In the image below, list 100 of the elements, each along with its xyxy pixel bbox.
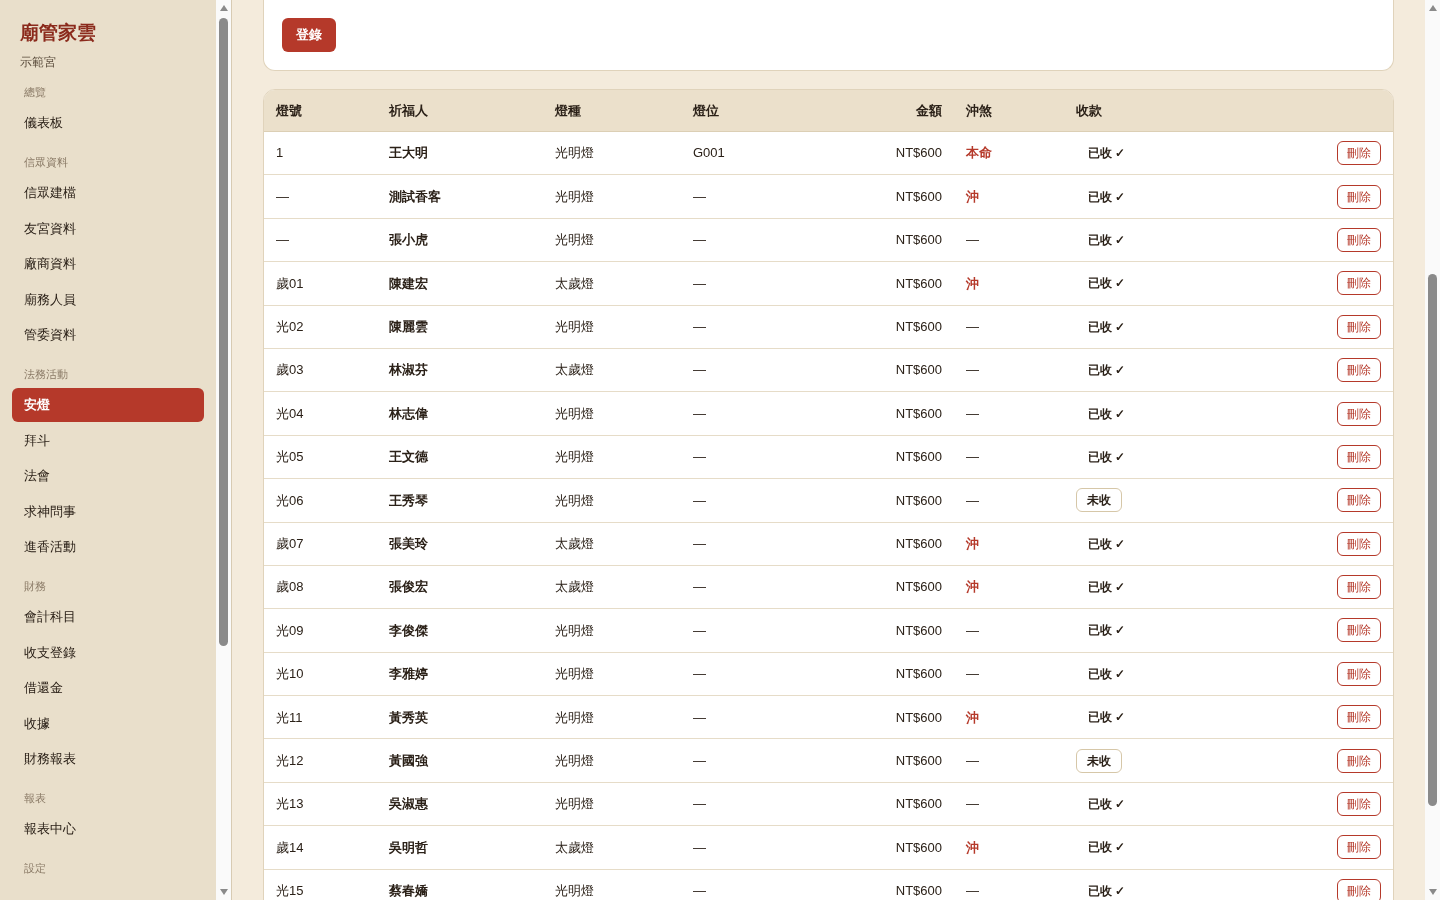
table-cell: —: [966, 883, 979, 899]
scroll-up-icon[interactable]: [218, 4, 229, 12]
delete-button[interactable]: 刪除: [1337, 618, 1381, 643]
nav-item[interactable]: 收據: [12, 706, 204, 741]
table-cell: 光明燈: [555, 622, 594, 638]
payment-status[interactable]: 已收 ✓: [1076, 444, 1138, 469]
table-cell: 本命: [966, 145, 992, 161]
delete-button[interactable]: 刪除: [1337, 792, 1381, 817]
scroll-down-icon[interactable]: [218, 888, 229, 896]
table-cell: NT$600: [895, 362, 942, 378]
nav-item[interactable]: 友宮資料: [12, 211, 204, 246]
submit-button[interactable]: 登錄: [282, 18, 336, 52]
nav-item[interactable]: 拜斗: [12, 423, 204, 458]
payment-status[interactable]: 已收 ✓: [1076, 271, 1138, 296]
column-header: 燈位: [693, 102, 719, 118]
nav-item[interactable]: 信眾建檔: [12, 176, 204, 210]
nav-item[interactable]: 管委資料: [12, 318, 204, 352]
payment-status[interactable]: 已收 ✓: [1076, 314, 1138, 339]
delete-button[interactable]: 刪除: [1337, 748, 1381, 773]
payment-status[interactable]: 已收 ✓: [1076, 661, 1138, 686]
nav-item[interactable]: 報表中心: [12, 812, 204, 846]
column-header: 收款: [1076, 102, 1102, 118]
table-cell: 歲01: [276, 275, 304, 291]
table-cell: NT$600: [895, 883, 942, 899]
nav-item[interactable]: 進香活動: [12, 530, 204, 564]
delete-button[interactable]: 刪除: [1337, 705, 1381, 730]
table-cell: 光15: [276, 883, 304, 899]
table-cell: NT$600: [895, 666, 942, 682]
delete-button[interactable]: 刪除: [1337, 835, 1381, 860]
scrollbar-thumb[interactable]: [219, 18, 228, 646]
payment-status[interactable]: 已收 ✓: [1076, 835, 1138, 860]
payment-status[interactable]: 已收 ✓: [1076, 141, 1138, 166]
nav-item[interactable]: 會計科目: [12, 600, 204, 634]
delete-button[interactable]: 刪除: [1337, 444, 1381, 469]
table-cell: 太歲燈: [555, 362, 594, 378]
table-cell: —: [693, 666, 706, 682]
table-cell: 王大明: [389, 145, 428, 161]
column-header: 燈種: [555, 102, 581, 118]
delete-button[interactable]: 刪除: [1337, 271, 1381, 296]
scroll-down-icon[interactable]: [1427, 888, 1438, 896]
delete-button[interactable]: 刪除: [1337, 358, 1381, 383]
delete-button[interactable]: 刪除: [1337, 401, 1381, 426]
table-cell: NT$600: [895, 622, 942, 638]
payment-status[interactable]: 未收: [1076, 748, 1122, 773]
payment-status[interactable]: 已收 ✓: [1076, 575, 1138, 600]
table-cell: —: [693, 319, 706, 334]
delete-button[interactable]: 刪除: [1337, 661, 1381, 686]
delete-button[interactable]: 刪除: [1337, 227, 1381, 252]
payment-status[interactable]: 已收 ✓: [1076, 184, 1138, 209]
table-cell: 光04: [276, 405, 304, 421]
delete-button[interactable]: 刪除: [1337, 575, 1381, 600]
scrollbar[interactable]: [216, 0, 231, 900]
table-cell: G001: [693, 145, 725, 161]
delete-button[interactable]: 刪除: [1337, 141, 1381, 166]
payment-status[interactable]: 未收: [1076, 488, 1122, 513]
table-cell: —: [693, 579, 706, 595]
payment-status[interactable]: 已收 ✓: [1076, 227, 1138, 252]
table-cell: 李雅婷: [389, 666, 428, 682]
table-cell: 光明燈: [555, 145, 594, 161]
delete-button[interactable]: 刪除: [1337, 184, 1381, 209]
delete-button[interactable]: 刪除: [1337, 878, 1381, 900]
delete-button[interactable]: 刪除: [1337, 488, 1381, 513]
table-cell: 吳淑惠: [389, 796, 428, 812]
scrollbar[interactable]: [1425, 0, 1440, 900]
delete-button[interactable]: 刪除: [1337, 314, 1381, 339]
table-cell: 陳麗雲: [389, 319, 428, 334]
payment-status[interactable]: 已收 ✓: [1076, 792, 1138, 817]
scrollbar-thumb[interactable]: [1428, 274, 1437, 806]
table-cell: NT$600: [895, 579, 942, 595]
payment-status[interactable]: 已收 ✓: [1076, 358, 1138, 383]
table-cell: —: [693, 188, 706, 204]
payment-status[interactable]: 已收 ✓: [1076, 401, 1138, 426]
nav-item[interactable]: 廠商資料: [12, 247, 204, 281]
table-cell: 光明燈: [555, 188, 594, 204]
payment-status[interactable]: 已收 ✓: [1076, 705, 1138, 730]
table-cell: 陳建宏: [389, 275, 428, 291]
table-cell: —: [693, 492, 706, 508]
table-cell: 太歲燈: [555, 275, 594, 291]
column-header: 沖煞: [966, 102, 992, 118]
payment-status[interactable]: 已收 ✓: [1076, 618, 1138, 643]
payment-status[interactable]: 已收 ✓: [1076, 878, 1138, 900]
table-cell: NT$600: [895, 232, 942, 248]
nav-item[interactable]: 收支登錄: [12, 635, 204, 670]
nav-item[interactable]: 法會: [12, 459, 204, 493]
table-cell: 沖: [966, 839, 979, 855]
payment-status[interactable]: 已收 ✓: [1076, 531, 1138, 556]
table-cell: —: [966, 232, 979, 248]
nav-item[interactable]: 廟務人員: [12, 282, 204, 317]
nav-item[interactable]: 安燈: [12, 388, 204, 422]
table-cell: 光明燈: [555, 752, 594, 768]
table-cell: 太歲燈: [555, 535, 594, 551]
nav-item[interactable]: 借還金: [12, 671, 204, 705]
delete-button[interactable]: 刪除: [1337, 531, 1381, 556]
nav-item[interactable]: 財務報表: [12, 742, 204, 776]
scroll-up-icon[interactable]: [1427, 4, 1438, 12]
table-cell: NT$600: [895, 796, 942, 812]
table-cell: —: [693, 405, 706, 421]
nav-item[interactable]: 求神問事: [12, 494, 204, 529]
table-cell: —: [693, 883, 706, 899]
nav-item[interactable]: 儀表板: [12, 106, 204, 140]
